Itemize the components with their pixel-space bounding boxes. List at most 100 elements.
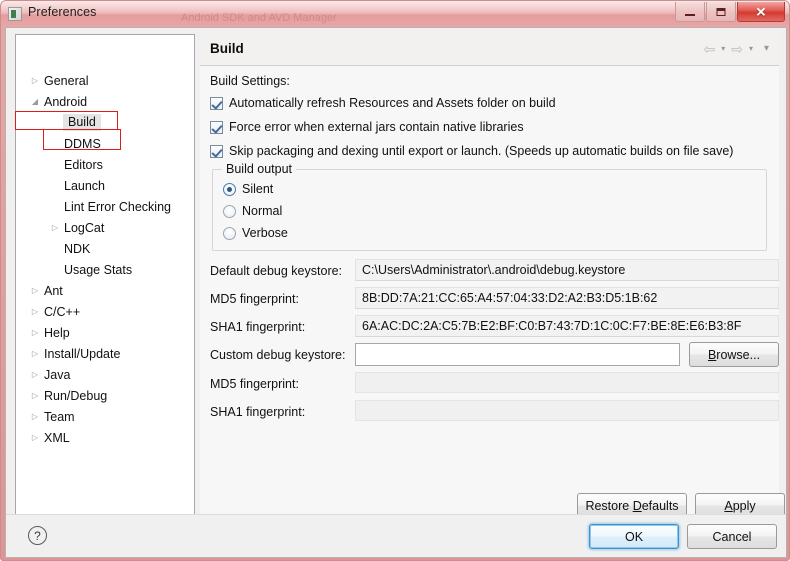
build-preferences-page: Build ⇦ ▾ ⇨ ▾ ▾ Build Settings: Automati: [200, 34, 785, 518]
browse-rest: rowse...: [716, 347, 761, 362]
tree-expanded-arrow-icon[interactable]: ◢: [27, 97, 43, 106]
build-output-group: Build output Silent Normal Verbose: [212, 162, 767, 251]
value-md5-fingerprint-default: 8B:DD:7A:21:CC:65:A4:57:04:33:D2:A2:B3:D…: [355, 287, 779, 309]
sidebar-item-ndk[interactable]: NDK: [16, 238, 194, 259]
label-sha1-fingerprint-default: SHA1 fingerprint:: [210, 320, 306, 334]
sidebar-item-label: Android: [44, 94, 88, 109]
restore-pre: Restore: [585, 498, 633, 513]
sidebar-item-logcat[interactable]: ▷ LogCat: [16, 217, 194, 238]
sidebar-item-label: Usage Stats: [64, 262, 133, 277]
back-arrow-icon[interactable]: ⇦: [702, 42, 716, 56]
page-nav-controls: ⇦ ▾ ⇨ ▾ ▾: [702, 42, 772, 56]
window-title: Preferences: [28, 5, 97, 19]
dialog-footer: ? OK Cancel: [6, 514, 786, 557]
radio-icon-verbose[interactable]: [223, 226, 236, 240]
radio-icon-normal[interactable]: [223, 204, 236, 218]
maximize-button[interactable]: [706, 2, 736, 22]
sidebar-item-help[interactable]: ▷ Help: [16, 322, 194, 343]
sidebar-item-editors[interactable]: Editors: [16, 154, 194, 175]
sidebar-item-label: Team: [44, 409, 75, 424]
tree-collapsed-arrow-icon[interactable]: ▷: [27, 391, 43, 400]
preferences-tree-pane[interactable]: ▷ General ◢ Android Build DDMS Editors Launch Li…: [15, 34, 195, 517]
checkbox-row-skip-packaging[interactable]: Skip packaging and dexing until export o…: [210, 144, 733, 158]
sidebar-item-c-c[interactable]: ▷ C/C++: [16, 301, 194, 322]
sidebar-item-label: Ant: [44, 283, 63, 298]
sidebar-item-label: Run/Debug: [44, 388, 108, 403]
apply-post: pply: [732, 498, 756, 513]
sidebar-item-run-debug[interactable]: ▷ Run/Debug: [16, 385, 194, 406]
restore-defaults-label: Restore Defaults: [585, 499, 678, 513]
sidebar-item-label: NDK: [64, 241, 91, 256]
sidebar-item-label: Java: [44, 367, 71, 382]
checkbox-icon-skip-packaging[interactable]: [210, 144, 223, 158]
radio-label-verbose: Verbose: [242, 226, 288, 240]
sidebar-item-usage-stats[interactable]: Usage Stats: [16, 259, 194, 280]
forward-arrow-icon[interactable]: ⇨: [730, 42, 744, 56]
label-md5-fingerprint-custom: MD5 fingerprint:: [210, 377, 299, 391]
preferences-window: Preferences Android SDK and AVD Manager …: [0, 0, 790, 561]
sidebar-item-ddms[interactable]: DDMS: [16, 133, 194, 154]
apply-mnemonic: A: [724, 498, 733, 513]
input-custom-debug-keystore[interactable]: [355, 343, 680, 366]
sidebar-item-general[interactable]: ▷ General: [16, 70, 194, 91]
checkbox-icon-force-error[interactable]: [210, 120, 223, 134]
checkbox-label-skip-packaging: Skip packaging and dexing until export o…: [229, 144, 734, 158]
browse-button[interactable]: Browse...: [689, 342, 779, 367]
sidebar-item-label: Build: [63, 114, 101, 131]
checkbox-row-force-error[interactable]: Force error when external jars contain n…: [210, 120, 524, 134]
minimize-icon: [685, 14, 695, 16]
value-default-debug-keystore: C:\Users\Administrator\.android\debug.ke…: [355, 259, 779, 281]
tree-collapsed-arrow-icon[interactable]: ▷: [27, 307, 43, 316]
sidebar-item-label: Launch: [64, 178, 106, 193]
radio-row-verbose[interactable]: Verbose: [223, 226, 288, 240]
preferences-window-icon: [8, 7, 22, 21]
forward-menu-chevron-icon[interactable]: ▾: [746, 45, 756, 53]
view-menu-chevron-icon[interactable]: ▾: [758, 44, 772, 54]
sidebar-item-label: LogCat: [64, 220, 105, 235]
checkbox-label-auto-refresh: Automatically refresh Resources and Asse…: [229, 96, 556, 110]
sidebar-item-android[interactable]: ◢ Android: [16, 91, 194, 112]
tree-collapsed-arrow-icon[interactable]: ▷: [27, 349, 43, 358]
page-header: Build ⇦ ▾ ⇨ ▾ ▾: [200, 34, 779, 66]
checkbox-row-auto-refresh[interactable]: Automatically refresh Resources and Asse…: [210, 96, 556, 110]
tree-collapsed-arrow-icon[interactable]: ▷: [27, 328, 43, 337]
browse-button-label: Browse...: [708, 348, 760, 362]
sidebar-item-launch[interactable]: Launch: [16, 175, 194, 196]
build-settings-label: Build Settings:: [210, 74, 290, 88]
radio-row-silent[interactable]: Silent: [223, 182, 273, 196]
tree-collapsed-arrow-icon[interactable]: ▷: [27, 286, 43, 295]
sidebar-item-label: General: [44, 73, 89, 88]
sidebar-item-team[interactable]: ▷ Team: [16, 406, 194, 427]
close-button[interactable]: ✕: [737, 2, 785, 22]
value-md5-fingerprint-custom: [355, 372, 779, 393]
sidebar-item-xml[interactable]: ▷ XML: [16, 427, 194, 448]
tree-collapsed-arrow-icon[interactable]: ▷: [27, 412, 43, 421]
apply-label: Apply: [724, 499, 755, 513]
sidebar-item-java[interactable]: ▷ Java: [16, 364, 194, 385]
tree-collapsed-arrow-icon[interactable]: ▷: [27, 433, 43, 442]
sidebar-item-install-update[interactable]: ▷ Install/Update: [16, 343, 194, 364]
label-md5-fingerprint-default: MD5 fingerprint:: [210, 292, 299, 306]
sidebar-item-label: C/C++: [44, 304, 81, 319]
ok-button[interactable]: OK: [589, 524, 679, 549]
checkbox-icon-auto-refresh[interactable]: [210, 96, 223, 110]
sidebar-item-label: Editors: [64, 157, 103, 172]
title-bar[interactable]: Preferences Android SDK and AVD Manager …: [1, 1, 789, 27]
sidebar-item-lint-error-checking[interactable]: Lint Error Checking: [16, 196, 194, 217]
cancel-button[interactable]: Cancel: [687, 524, 777, 549]
preferences-tree: ▷ General ◢ Android Build DDMS Editors Launch Li…: [16, 35, 194, 448]
help-icon[interactable]: ?: [28, 526, 47, 545]
radio-icon-silent[interactable]: [223, 182, 236, 196]
tree-collapsed-arrow-icon[interactable]: ▷: [47, 223, 63, 232]
radio-row-normal[interactable]: Normal: [223, 204, 282, 218]
sidebar-item-label: Install/Update: [44, 346, 121, 361]
sidebar-item-label: XML: [44, 430, 70, 445]
label-custom-debug-keystore: Custom debug keystore:: [210, 348, 346, 362]
title-bar-ghost-text: Android SDK and AVD Manager: [181, 12, 337, 24]
tree-collapsed-arrow-icon[interactable]: ▷: [27, 76, 43, 85]
sidebar-item-ant[interactable]: ▷ Ant: [16, 280, 194, 301]
back-menu-chevron-icon[interactable]: ▾: [718, 45, 728, 53]
minimize-button[interactable]: [675, 2, 705, 22]
tree-collapsed-arrow-icon[interactable]: ▷: [27, 370, 43, 379]
sidebar-item-build[interactable]: Build: [16, 112, 194, 133]
